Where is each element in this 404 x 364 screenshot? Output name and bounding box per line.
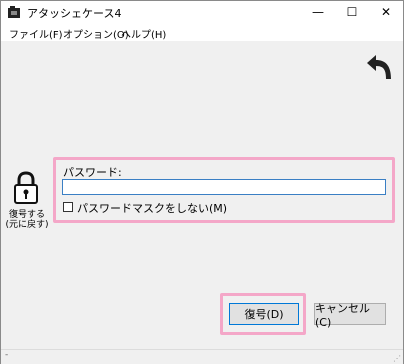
maximize-icon: ☐ bbox=[346, 5, 358, 19]
app-icon bbox=[8, 6, 20, 18]
maximize-button[interactable]: ☐ bbox=[335, 1, 369, 23]
menu-file[interactable]: ファイル(F) bbox=[9, 26, 63, 41]
menu-help[interactable]: ヘルプ(H) bbox=[121, 26, 166, 41]
title-bar: アタッシェケース4 — ☐ ✕ bbox=[1, 1, 403, 23]
minimize-button[interactable]: — bbox=[301, 1, 335, 23]
close-button[interactable]: ✕ bbox=[369, 1, 403, 23]
mask-checkbox-label[interactable]: パスワードマスクをしない(M) bbox=[77, 200, 227, 216]
restore-mode-label-line1: 復号する bbox=[8, 210, 45, 220]
mask-checkbox[interactable] bbox=[63, 202, 73, 212]
app-window: アタッシェケース4 — ☐ ✕ ファイル(F) オプション(O) ヘルプ(H) … bbox=[0, 0, 404, 364]
close-icon: ✕ bbox=[380, 5, 392, 19]
password-label: パスワード: bbox=[63, 166, 122, 179]
restore-mode-label-line2: (元に戻す) bbox=[5, 220, 49, 230]
cancel-button[interactable]: キャンセル(C) bbox=[314, 302, 386, 329]
undo-arrow-icon[interactable] bbox=[363, 53, 395, 81]
status-bar: - ⋰ bbox=[1, 349, 403, 364]
status-text: - bbox=[5, 350, 9, 360]
minimize-icon: — bbox=[312, 5, 324, 19]
resize-grip-icon[interactable]: ⋰ bbox=[393, 354, 401, 363]
menu-options[interactable]: オプション(O) bbox=[63, 26, 129, 41]
password-input[interactable] bbox=[62, 179, 386, 195]
menu-bar: ファイル(F) オプション(O) ヘルプ(H) bbox=[1, 23, 403, 41]
window-title: アタッシェケース4 bbox=[27, 7, 122, 20]
restore-mode-label: 復号する (元に戻す) bbox=[5, 210, 49, 230]
restore-button[interactable]: 復号(D) bbox=[229, 303, 299, 325]
padlock-icon[interactable] bbox=[13, 171, 39, 205]
